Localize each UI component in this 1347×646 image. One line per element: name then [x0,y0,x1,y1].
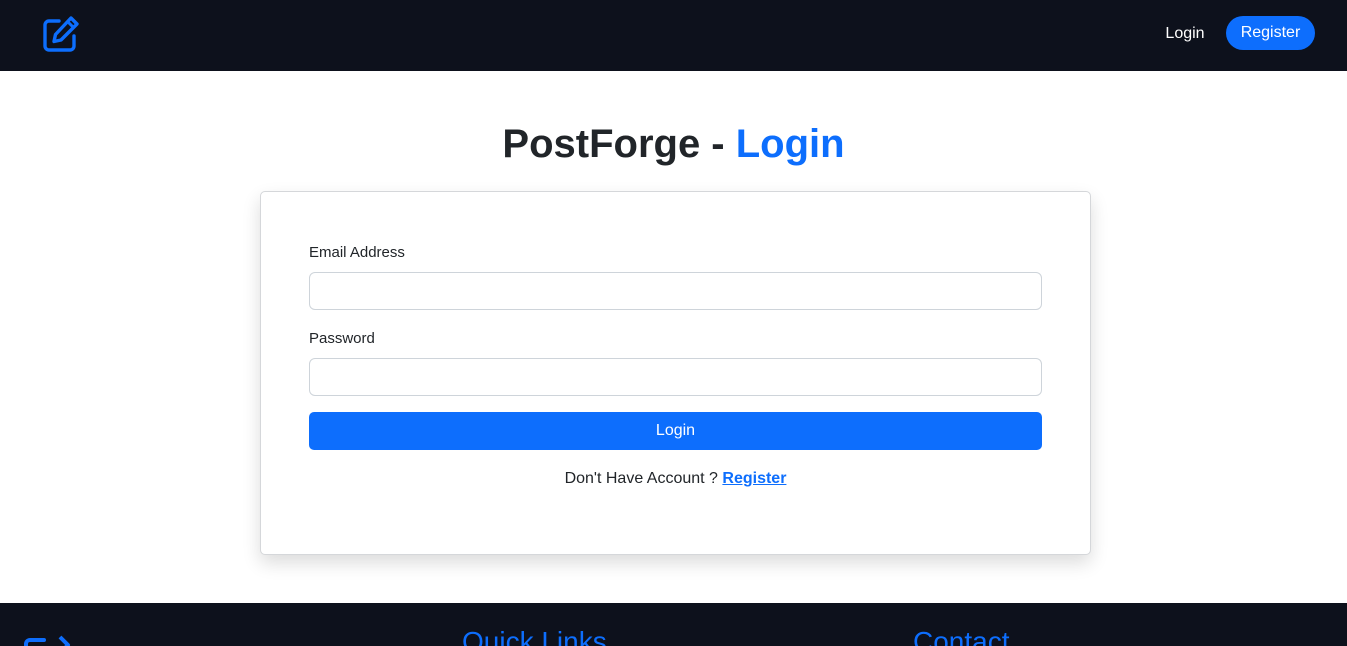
footer-contact-heading: Contact [913,626,1010,646]
page-title-accent: Login [735,122,845,166]
login-card: Email Address Password Login Don't Have … [260,191,1091,555]
footer: Quick Links Contact [0,603,1347,646]
navbar: Login Register [0,0,1347,71]
register-prompt: Don't Have Account ? Register [261,468,1090,490]
email-field[interactable] [309,272,1042,310]
footer-quick-links-heading: Quick Links [462,626,607,646]
password-field[interactable] [309,358,1042,396]
password-label: Password [309,330,375,347]
page-title: PostForge - Login [0,118,1347,170]
nav-register-button[interactable]: Register [1226,16,1315,50]
page-title-prefix: PostForge - [502,122,736,166]
login-submit-button[interactable]: Login [309,412,1042,450]
edit-square-icon[interactable] [41,14,81,54]
register-link[interactable]: Register [722,470,786,487]
nav-login-link[interactable]: Login [1158,22,1212,46]
register-prompt-text: Don't Have Account ? [564,470,723,487]
edit-square-icon [24,635,70,646]
email-label: Email Address [309,244,405,261]
